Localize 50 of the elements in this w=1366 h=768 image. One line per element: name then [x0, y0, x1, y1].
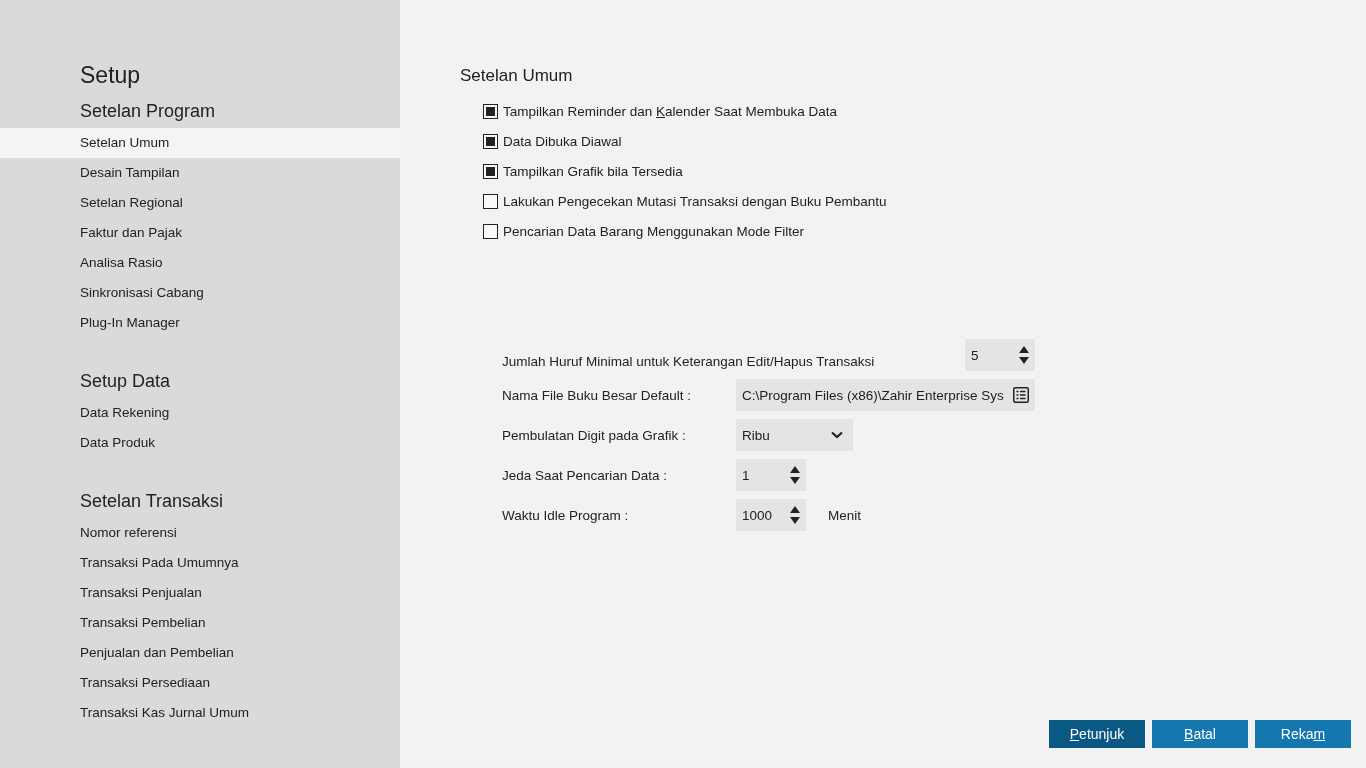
dropdown[interactable]: Ribu [736, 419, 853, 451]
option-label: Lakukan Pengecekan Mutasi Transaksi dengan Buku Pembantu [503, 193, 887, 209]
up-down-arrows-icon [1019, 345, 1029, 365]
field-label: Nama File Buku Besar Default : [502, 387, 693, 403]
sidebar-item[interactable]: Desain Tampilan [0, 158, 400, 188]
sidebar-item[interactable]: Transaksi Persediaan [0, 668, 400, 698]
sidebar-item[interactable]: Transaksi Penjualan [0, 578, 400, 608]
sidebar-item[interactable]: Data Produk [0, 428, 400, 458]
chevron-down-icon [831, 431, 843, 439]
section-heading: Setelan Transaksi [79, 490, 225, 513]
field-label: Waktu Idle Program : [502, 507, 630, 523]
checkbox[interactable] [483, 193, 498, 209]
spinner-field[interactable]: 5 [965, 339, 1035, 371]
action-button[interactable]: Petunjuk [1049, 720, 1145, 748]
option-label: Pencarian Data Barang Menggunakan Mode Filter [503, 223, 804, 239]
sidebar-item[interactable]: Setelan Umum [0, 128, 400, 158]
sidebar-item[interactable]: Sinkronisasi Cabang [0, 278, 400, 308]
action-button[interactable]: Rekam [1255, 720, 1351, 748]
spinner-field[interactable]: 1000 [736, 499, 806, 531]
page-title: Setelan Umum [460, 66, 574, 87]
sidebar-item[interactable]: Setelan Regional [0, 188, 400, 218]
sidebar-item[interactable]: Transaksi Pada Umumnya [0, 548, 400, 578]
sidebar-item[interactable]: Nomor referensi [0, 518, 400, 548]
checkbox[interactable] [483, 103, 498, 119]
sidebar-item[interactable]: Analisa Rasio [0, 248, 400, 278]
sidebar-item[interactable]: Data Rekening [0, 398, 400, 428]
sidebar-item[interactable]: Transaksi Pembelian [0, 608, 400, 638]
sidebar-item[interactable]: Penjualan dan Pembelian [0, 638, 400, 668]
up-down-arrows-icon [790, 505, 800, 525]
sidebar-item[interactable]: Plug-In Manager [0, 308, 400, 338]
sidebar-item[interactable]: Faktur dan Pajak [0, 218, 400, 248]
list-icon [1013, 387, 1029, 403]
spinner-field[interactable]: 1 [736, 459, 806, 491]
up-down-arrows-icon [790, 465, 800, 485]
field-label: Pembulatan Digit pada Grafik : [502, 427, 687, 443]
option-label: Tampilkan Grafik bila Tersedia [503, 163, 683, 179]
checkbox[interactable] [483, 163, 498, 179]
section-heading: Setelan Program [79, 100, 217, 123]
unit-label: Menit [828, 507, 861, 523]
action-button[interactable]: Batal [1152, 720, 1248, 748]
section-heading: Setup Data [79, 370, 172, 393]
option-label: Data Dibuka Diawal [503, 133, 622, 149]
checkbox[interactable] [483, 223, 498, 239]
field-label: Jeda Saat Pencarian Data : [502, 467, 669, 483]
checkbox[interactable] [483, 133, 498, 149]
sidebar-item[interactable]: Transaksi Kas Jurnal Umum [0, 698, 400, 728]
option-label: Tampilkan Reminder dan Kalender Saat Membuka Data [503, 103, 837, 119]
field-label: Jumlah Huruf Minimal untuk Keterangan Edit/Hapus Transaksi [502, 354, 876, 371]
file-path-field[interactable]: C:\Program Files (x86)\Zahir Enterprise Sys [736, 379, 1035, 411]
sidebar-title: Setup [79, 62, 142, 90]
